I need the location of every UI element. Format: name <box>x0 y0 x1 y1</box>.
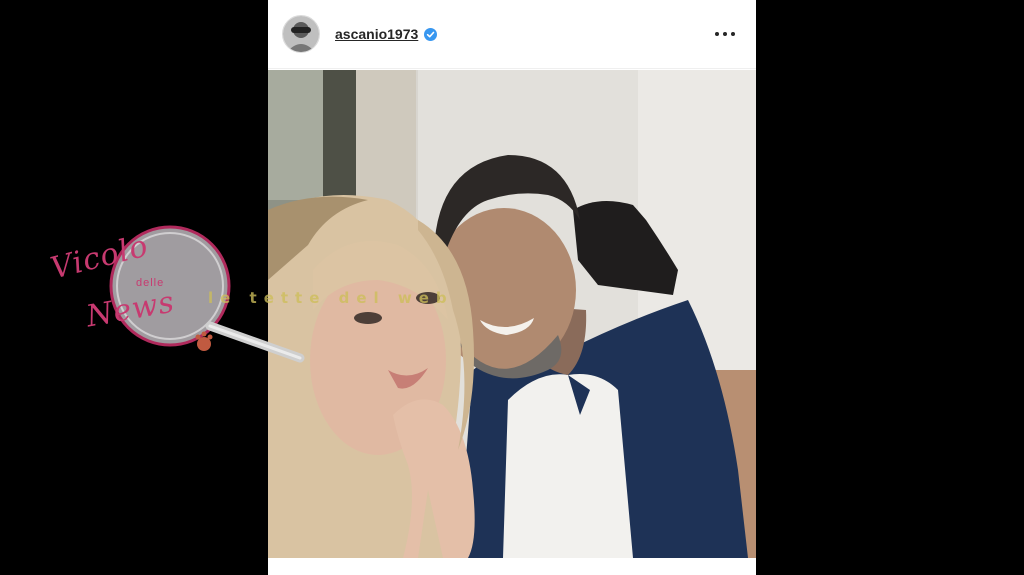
avatar-image <box>283 16 319 52</box>
instagram-post: ascanio1973 <box>268 0 756 575</box>
watermark-tagline: le tette del web <box>208 289 454 307</box>
selfie-photo-image <box>268 70 756 558</box>
post-header: ascanio1973 <box>268 0 756 69</box>
profile-avatar[interactable] <box>282 15 320 53</box>
username-link[interactable]: ascanio1973 <box>335 26 418 42</box>
post-footer <box>268 558 756 575</box>
post-photo[interactable] <box>268 70 756 558</box>
verified-badge-icon <box>424 27 438 41</box>
more-options-icon <box>715 32 735 36</box>
more-options-button[interactable] <box>710 19 740 49</box>
